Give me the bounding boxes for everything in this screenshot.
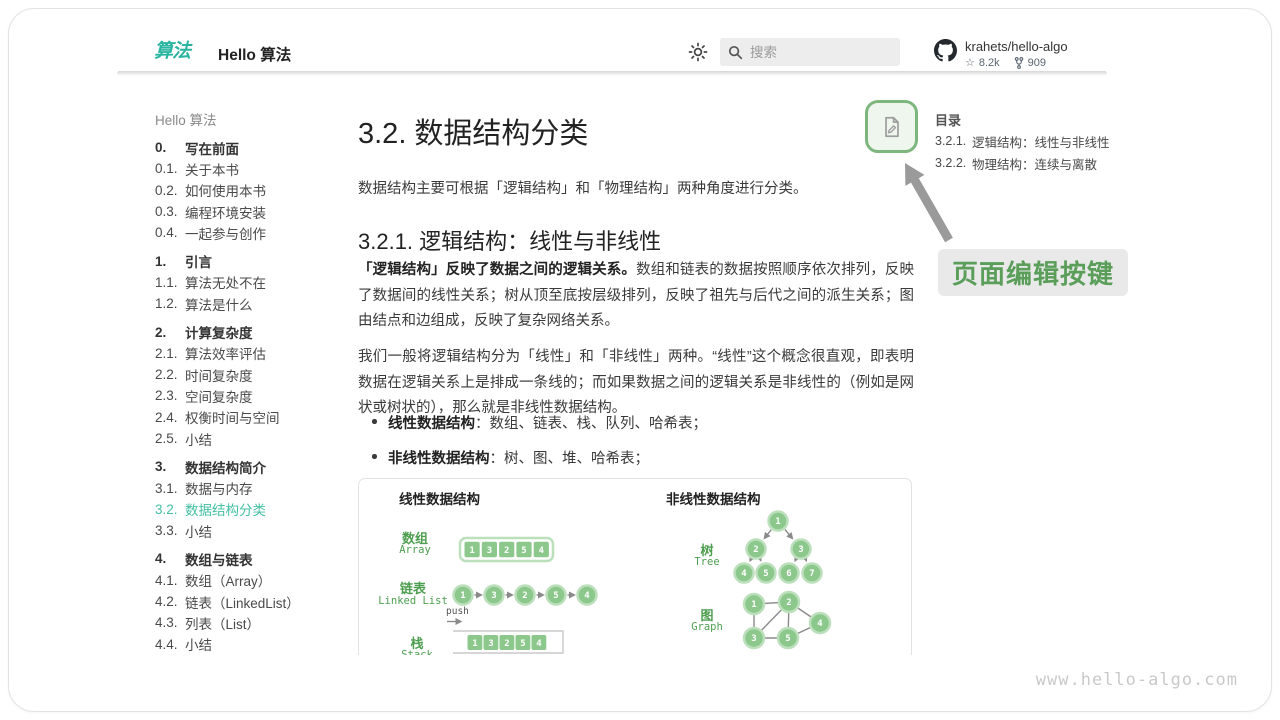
sidebar-item-2-[interactable]: 2.计算复杂度 xyxy=(155,321,340,342)
svg-text:3: 3 xyxy=(487,546,492,556)
github-icon xyxy=(934,39,957,62)
paragraph-linear: 我们一般将逻辑结构分为「线性」和「非线性」两种。“线性”这个概念很直观，即表明数… xyxy=(358,345,914,422)
site-logo[interactable]: 算法 xyxy=(154,38,198,66)
star-count: 8.2k xyxy=(979,57,1000,69)
figure-shapes: 1 3 2 5 4 1 3 2 5 4 1 3 2 5 4 1 2 3 4 5 6 7 1 2 3 4 5 xyxy=(359,479,913,655)
repo-name: krahets/hello-algo xyxy=(965,39,1068,54)
github-repo-link[interactable]: krahets/hello-algo ☆ 8.2k 909 xyxy=(934,39,1068,69)
svg-text:4: 4 xyxy=(817,619,823,629)
repo-stats: ☆ 8.2k 909 xyxy=(965,56,1068,69)
sidebar-nav: Hello 算法 0.写在前面0.1.关于本书0.2.如何使用本书0.3.编程环… xyxy=(155,108,340,655)
svg-text:2: 2 xyxy=(786,598,791,608)
svg-text:1: 1 xyxy=(751,600,756,610)
svg-text:5: 5 xyxy=(520,639,525,649)
fork-count: 909 xyxy=(1028,57,1046,69)
sidebar-item-4-1-[interactable]: 4.1.数组（Array） xyxy=(155,570,340,591)
svg-text:2: 2 xyxy=(522,591,527,601)
svg-text:7: 7 xyxy=(809,569,814,579)
fork-icon xyxy=(1014,57,1024,69)
intro-paragraph: 数据结构主要可根据「逻辑结构」和「物理结构」两种角度进行分类。 xyxy=(358,177,912,198)
sidebar-item-3-[interactable]: 3.数据结构简介 xyxy=(155,456,340,477)
header-shadow xyxy=(117,71,1107,76)
sidebar-item-3-3-[interactable]: 3.3.小结 xyxy=(155,520,340,541)
figure-clip: 线性数据结构 非线性数据结构 数组 Array 链表 Linked List p… xyxy=(358,478,916,655)
svg-text:5: 5 xyxy=(521,546,526,556)
sidebar-item-2-1-[interactable]: 2.1.算法效率评估 xyxy=(155,343,340,364)
svg-text:5: 5 xyxy=(763,569,768,579)
sidebar-item-3-2-[interactable]: 3.2.数据结构分类 xyxy=(155,499,340,520)
sidebar-item-3-1-[interactable]: 3.1.数据与内存 xyxy=(155,477,340,498)
sidebar-item-0-3-[interactable]: 0.3.编程环境安装 xyxy=(155,201,340,222)
paragraph-logic-bold: 「逻辑结构」反映了数据之间的逻辑关系。 xyxy=(358,262,636,278)
sidebar-item-2-5-[interactable]: 2.5.小结 xyxy=(155,428,340,449)
sidebar-item-1-2-[interactable]: 1.2.算法是什么 xyxy=(155,293,340,314)
sidebar-item-0-2-[interactable]: 0.2.如何使用本书 xyxy=(155,180,340,201)
svg-text:1: 1 xyxy=(469,546,474,556)
paragraph-logic: 「逻辑结构」反映了数据之间的逻辑关系。数组和链表的数据按照顺序依次排列，反映了数… xyxy=(358,258,914,335)
sidebar-item-2-2-[interactable]: 2.2.时间复杂度 xyxy=(155,364,340,385)
svg-text:3: 3 xyxy=(491,591,496,601)
svg-text:2: 2 xyxy=(753,545,758,555)
sidebar-item-4-4-[interactable]: 4.4.小结 xyxy=(155,634,340,655)
svg-text:4: 4 xyxy=(584,591,590,601)
sidebar-item-1-1-[interactable]: 1.1.算法无处不在 xyxy=(155,272,340,293)
svg-text:5: 5 xyxy=(785,634,790,644)
sidebar-item-4-2-[interactable]: 4.2.链表（LinkedList） xyxy=(155,591,340,612)
svg-text:5: 5 xyxy=(553,591,558,601)
edit-button-callout: 页面编辑按键 xyxy=(938,249,1128,296)
svg-text:4: 4 xyxy=(741,569,747,579)
search-input[interactable] xyxy=(750,45,880,60)
svg-text:1: 1 xyxy=(472,639,477,649)
edit-file-icon xyxy=(879,114,905,140)
data-structures-figure: 线性数据结构 非线性数据结构 数组 Array 链表 Linked List p… xyxy=(358,478,912,655)
sidebar-item-2-4-[interactable]: 2.4.权衡时间与空间 xyxy=(155,407,340,428)
bullet-item: 非线性数据结构：树、图、堆、哈希表； xyxy=(372,447,912,468)
sidebar-item-1-[interactable]: 1.引言 xyxy=(155,250,340,271)
sidebar-item-2-3-[interactable]: 2.3.空间复杂度 xyxy=(155,385,340,406)
sidebar-item-4-3-[interactable]: 4.3.列表（List） xyxy=(155,612,340,633)
section-heading: 3.2.1. 逻辑结构：线性与非线性 xyxy=(358,224,661,256)
svg-text:3: 3 xyxy=(488,639,493,649)
sidebar-item-4-[interactable]: 4.数组与链表 xyxy=(155,548,340,569)
search-icon xyxy=(728,45,743,60)
toc-item[interactable]: 3.2.2.物理结构：连续与离散 xyxy=(935,152,1120,174)
watermark: www.hello-algo.com xyxy=(1036,670,1238,690)
sidebar-item-0-[interactable]: 0.写在前面 xyxy=(155,137,340,158)
sidebar-item-0-4-[interactable]: 0.4.一起参与创作 xyxy=(155,222,340,243)
svg-text:2: 2 xyxy=(504,639,509,649)
search-box[interactable] xyxy=(720,38,900,66)
toc-panel: 目录 3.2.1.逻辑结构：线性与非线性3.2.2.物理结构：连续与离散 xyxy=(935,108,1120,174)
bullet-list: 线性数据结构：数组、链表、栈、队列、哈希表； 非线性数据结构：树、图、堆、哈希表； xyxy=(372,412,912,482)
page: 算法 Hello 算法 krahets/hello-algo ☆ 8.2k xyxy=(0,0,1280,720)
page-edit-button[interactable] xyxy=(865,100,918,153)
toc-title: 目录 xyxy=(935,108,1120,130)
svg-text:4: 4 xyxy=(536,639,542,649)
svg-text:1: 1 xyxy=(775,517,780,527)
sun-icon xyxy=(688,42,708,62)
sidebar-site-title: Hello 算法 xyxy=(155,108,340,129)
toc-item[interactable]: 3.2.1.逻辑结构：线性与非线性 xyxy=(935,130,1120,152)
theme-toggle-button[interactable] xyxy=(688,42,708,62)
star-icon: ☆ xyxy=(965,56,975,69)
svg-text:6: 6 xyxy=(786,569,791,579)
page-title: 3.2. 数据结构分类 xyxy=(358,110,588,152)
site-title[interactable]: Hello 算法 xyxy=(218,43,291,65)
svg-text:3: 3 xyxy=(798,545,803,555)
svg-text:2: 2 xyxy=(504,546,509,556)
sidebar-item-0-1-[interactable]: 0.1.关于本书 xyxy=(155,158,340,179)
bullet-item: 线性数据结构：数组、链表、栈、队列、哈希表； xyxy=(372,412,912,433)
svg-text:4: 4 xyxy=(539,546,545,556)
svg-text:3: 3 xyxy=(751,634,756,644)
svg-text:1: 1 xyxy=(460,591,465,601)
